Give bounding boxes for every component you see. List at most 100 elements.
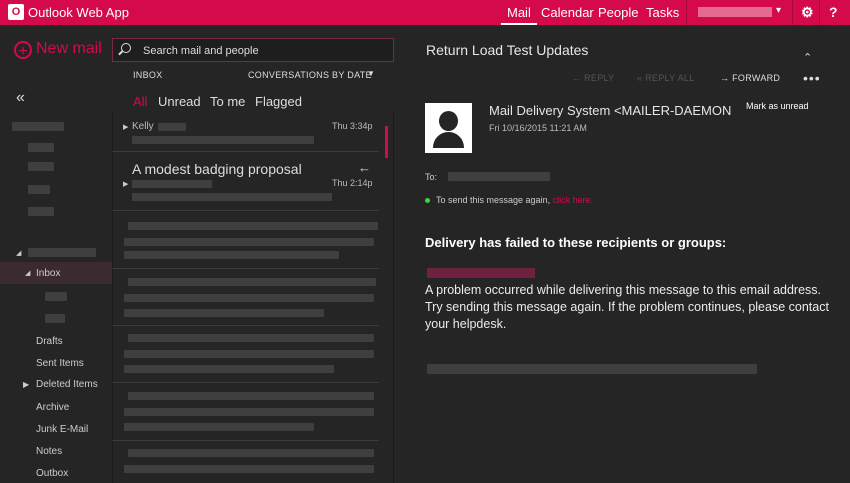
expand-arrow-icon[interactable]: ▶ — [23, 380, 29, 389]
to-label: To: — [425, 172, 438, 182]
redacted-folder[interactable] — [28, 207, 54, 216]
click-here-link[interactable]: click here. — [553, 195, 594, 205]
expand-conversation-icon[interactable]: ▶ — [123, 123, 128, 131]
help-icon[interactable]: ? — [829, 4, 838, 20]
reading-subject: Return Load Test Updates — [426, 42, 589, 58]
list-divider — [112, 210, 379, 211]
search-box[interactable] — [112, 38, 394, 62]
status-dot-icon — [425, 198, 430, 203]
list-divider — [112, 268, 379, 269]
message-from[interactable]: Kelly — [132, 121, 154, 132]
redacted-recipient[interactable] — [448, 172, 550, 181]
gear-icon[interactable]: ⚙ — [801, 4, 814, 21]
folder-sent-items[interactable]: Sent Items — [36, 358, 84, 369]
new-mail-label: New mail — [36, 40, 102, 57]
sent-date: Fri 10/16/2015 11:21 AM — [489, 123, 587, 133]
expand-triangle-icon[interactable]: ◢ — [25, 269, 30, 277]
redacted-message[interactable] — [128, 334, 374, 342]
redacted-recipient-address — [427, 268, 535, 278]
filter-unread[interactable]: Unread — [158, 94, 201, 109]
toolbar-divider — [686, 0, 687, 25]
more-actions-icon[interactable]: ••• — [803, 70, 821, 86]
user-name-redacted[interactable] — [698, 7, 772, 17]
folder-archive[interactable]: Archive — [36, 402, 69, 413]
redacted-subfolder[interactable] — [45, 314, 65, 323]
list-divider — [112, 325, 379, 326]
redacted-message[interactable] — [124, 238, 374, 246]
redacted-folder[interactable] — [28, 162, 54, 171]
collapse-header-icon[interactable]: ⌃ — [803, 51, 812, 64]
redacted-message[interactable] — [128, 278, 376, 286]
redacted-folder[interactable] — [12, 122, 64, 131]
list-divider — [112, 151, 379, 152]
mark-as-unread-tooltip: Mark as unread — [746, 101, 809, 111]
reply-all-button[interactable]: « REPLY ALL — [637, 73, 695, 83]
redacted-message[interactable] — [124, 465, 374, 473]
user-menu-chevron-icon[interactable]: ▾ — [776, 5, 781, 16]
reply-arrow-icon: ← — [358, 160, 371, 175]
redacted-folder[interactable] — [28, 185, 50, 194]
toolbar-divider — [792, 0, 793, 25]
sort-dropdown[interactable]: CONVERSATIONS BY DATE — [248, 70, 372, 80]
redacted-message[interactable] — [124, 423, 314, 431]
list-folder-label: INBOX — [133, 70, 163, 80]
sender-name[interactable]: Mail Delivery System <MAILER-DAEMON — [489, 103, 739, 118]
redacted-message[interactable] — [124, 350, 374, 358]
redacted-message[interactable] — [124, 408, 374, 416]
top-bar: O Outlook Web App Mail Calendar People T… — [0, 0, 850, 25]
delivery-failed-heading: Delivery has failed to these recipients … — [425, 235, 727, 250]
redacted-message[interactable] — [124, 365, 334, 373]
reply-button[interactable]: ← REPLY — [572, 73, 614, 83]
redacted-folder[interactable] — [28, 143, 54, 152]
filter-flagged[interactable]: Flagged — [255, 94, 302, 109]
forward-button[interactable]: → FORWARD — [720, 73, 780, 83]
redacted-preview — [132, 193, 332, 201]
redacted-message[interactable] — [124, 251, 339, 259]
filter-all[interactable]: All — [133, 94, 147, 109]
folder-deleted-items[interactable]: Deleted Items — [36, 379, 98, 390]
list-divider — [112, 440, 379, 441]
reply-icon: ← — [572, 73, 582, 83]
person-body-shape — [433, 132, 464, 148]
filter-to-me[interactable]: To me — [210, 94, 245, 109]
folder-drafts[interactable]: Drafts — [36, 336, 63, 347]
redacted-diagnostic-text — [427, 364, 757, 374]
reply-all-label: REPLY ALL — [645, 73, 695, 83]
problem-message: A problem occurred while delivering this… — [425, 283, 829, 331]
folder-outbox[interactable]: Outbox — [36, 468, 68, 479]
redacted-message[interactable] — [128, 392, 374, 400]
nav-tasks[interactable]: Tasks — [646, 5, 679, 20]
expand-triangle-icon[interactable]: ◢ — [16, 249, 21, 257]
redacted-subfolder[interactable] — [45, 292, 67, 301]
list-divider — [112, 382, 379, 383]
message-subject[interactable]: A modest badging proposal — [132, 161, 302, 177]
new-mail-button[interactable]: + New mail — [14, 40, 102, 60]
redacted-message[interactable] — [124, 294, 374, 302]
redacted-account-name[interactable] — [28, 248, 96, 257]
message-date: Thu 3:34p — [332, 121, 373, 131]
outlook-logo-icon: O — [8, 4, 24, 20]
list-scrollbar[interactable] — [385, 126, 388, 158]
forward-label: FORWARD — [732, 73, 781, 83]
redacted-preview — [132, 136, 314, 144]
collapse-pane-icon[interactable]: « — [16, 89, 25, 107]
redacted-message[interactable] — [128, 449, 374, 457]
message-date: Thu 2:14p — [332, 178, 373, 188]
sender-avatar — [425, 103, 472, 153]
folder-notes[interactable]: Notes — [36, 446, 62, 457]
sort-chevron-icon[interactable]: ▼ — [367, 69, 375, 78]
toolbar-divider — [819, 0, 820, 25]
folder-inbox[interactable]: Inbox — [36, 268, 60, 279]
nav-calendar[interactable]: Calendar — [541, 5, 594, 20]
app-title[interactable]: Outlook Web App — [28, 5, 129, 20]
search-input[interactable] — [141, 42, 385, 60]
nav-mail[interactable]: Mail — [501, 5, 537, 25]
search-icon[interactable] — [121, 43, 131, 53]
redacted-message[interactable] — [128, 222, 378, 230]
resend-notice: To send this message again, click here. — [436, 195, 593, 205]
nav-people[interactable]: People — [598, 5, 638, 20]
expand-conversation-icon[interactable]: ▶ — [123, 180, 128, 188]
forward-icon: → — [720, 73, 730, 83]
redacted-message[interactable] — [124, 309, 324, 317]
folder-junk-email[interactable]: Junk E-Mail — [36, 424, 88, 435]
